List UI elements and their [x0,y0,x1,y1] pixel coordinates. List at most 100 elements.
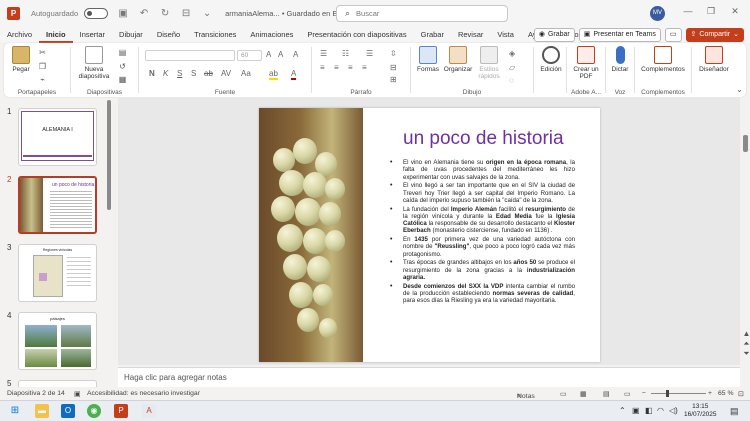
zoom-slider[interactable] [651,393,706,394]
justify-icon[interactable]: ≡ [362,63,367,72]
text-direction-icon[interactable]: ⇳ [390,49,397,58]
bullets-icon[interactable]: ☰ [320,49,327,58]
share-button[interactable]: ⇪ Compartir ⌄ [685,28,744,42]
record-button[interactable]: ◉ Grabar [533,28,575,42]
edit-button[interactable]: Edición [537,46,565,73]
accessibility-status[interactable]: Accesibilidad: es necesario investigar [87,390,200,397]
shape-outline-icon[interactable]: ▱ [509,63,515,72]
format-painter-icon[interactable]: ⌁ [38,76,47,84]
line-spacing-icon[interactable]: ☰ [366,49,373,58]
slide-bullet-list[interactable]: El vino en Alemania tiene su origen en l… [390,159,575,306]
decrease-font-icon[interactable]: A [278,50,283,59]
copy-icon[interactable]: ❐ [38,63,47,71]
align-right-icon[interactable]: ≡ [348,63,353,72]
slide-thumb-2[interactable]: un poco de historia [18,176,97,234]
smartart-icon[interactable]: ⊞ [390,75,397,84]
wifi-icon[interactable]: ◠ [657,406,664,415]
present-from-start-icon[interactable]: ⊟ [180,8,192,19]
shape-fill-icon[interactable]: ◈ [509,49,515,58]
reading-view-icon[interactable]: ▤ [603,390,609,398]
scroll-up-icon[interactable]: ▲ [742,330,750,338]
undo-icon[interactable]: ↶ [138,8,150,19]
numbering-icon[interactable]: ☷ [342,49,349,58]
notes-pane[interactable]: Haga clic para agregar notas [118,367,740,387]
shapes-button[interactable]: Formas [415,46,441,73]
slide-thumb-5[interactable] [18,380,97,387]
zoom-level[interactable]: 65 % [718,390,734,397]
user-avatar[interactable]: MV [650,6,665,21]
taskbar-clock[interactable]: 13:15 16/07/2025 [684,403,717,419]
zoom-out-icon[interactable]: − [642,390,646,397]
highlight-icon[interactable]: ab [269,69,278,80]
tab-diseno[interactable]: Diseño [150,27,187,43]
addins-button[interactable]: Complementos [637,46,689,73]
tab-presentacion[interactable]: Presentación con diapositivas [300,27,413,43]
tab-revisar[interactable]: Revisar [451,27,490,43]
maximize-icon[interactable]: ❐ [704,6,718,17]
tab-archivo[interactable]: Archivo [0,27,39,43]
underline-icon[interactable]: S [177,69,182,78]
tray-security-icon[interactable]: ◧ [645,406,653,415]
font-color-icon[interactable]: A [291,69,297,80]
tray-app-icon[interactable]: ▣ [632,406,640,415]
tab-inicio[interactable]: Inicio [39,27,73,43]
designer-button[interactable]: Diseñador [694,46,734,73]
reset-icon[interactable]: ↺ [118,63,127,71]
tab-transiciones[interactable]: Transiciones [187,27,243,43]
tab-animaciones[interactable]: Animaciones [243,27,300,43]
align-left-icon[interactable]: ≡ [320,63,325,72]
shadow-icon[interactable]: S [191,69,196,78]
slide-sorter-icon[interactable]: ▦ [580,390,586,398]
italic-icon[interactable]: K [163,69,168,78]
powerpoint-taskbar-icon[interactable]: P [114,404,128,418]
volume-icon[interactable]: ◁) [669,406,678,415]
cut-icon[interactable]: ✂ [38,49,47,57]
current-slide[interactable]: un poco de historia El vino en Alemania … [259,108,600,362]
strikethrough-icon[interactable]: ab [204,69,213,78]
comments-button[interactable]: ▭ [664,28,682,42]
zoom-slider-handle[interactable] [666,390,669,397]
bold-icon[interactable]: N [149,69,155,78]
slide-thumb-1[interactable]: ALEMANIA I [18,108,97,166]
clear-format-icon[interactable]: A [293,50,298,59]
section-icon[interactable]: ▦ [118,76,127,84]
align-text-icon[interactable]: ⊟ [390,63,397,72]
increase-font-icon[interactable]: A [266,50,271,59]
fit-to-window-icon[interactable]: ⊡ [738,390,744,398]
minimize-icon[interactable]: — [681,6,695,16]
arrange-button[interactable]: Organizar [443,46,473,73]
chrome-icon[interactable]: ◉ [87,404,101,418]
change-case-icon[interactable]: Aa [241,69,251,78]
previous-slide-icon[interactable]: ⏶ [742,340,750,348]
acrobat-icon[interactable]: A [142,404,156,418]
slideshow-icon[interactable]: ▭ [624,390,630,398]
zoom-in-icon[interactable]: + [708,390,712,397]
close-icon[interactable]: ✕ [728,6,742,17]
redo-icon[interactable]: ↻ [159,8,171,19]
layout-icon[interactable]: ▤ [118,49,127,57]
spellcheck-icon[interactable]: ▣ [74,390,80,398]
font-size-field[interactable]: 60 [237,50,262,61]
ribbon-collapse-icon[interactable]: ⌄ [735,86,744,94]
create-pdf-button[interactable]: Crear un PDF [571,46,601,80]
font-name-field[interactable] [145,50,235,61]
present-teams-button[interactable]: ▣ Presentar en Teams [578,28,661,42]
file-explorer-icon[interactable]: ▬ [35,404,49,418]
normal-view-icon[interactable]: ▭ [560,390,566,398]
shape-effects-icon[interactable]: ◌ [509,76,514,85]
search-box[interactable]: ⌕ Buscar [336,5,508,22]
save-icon[interactable]: ▣ [117,8,129,19]
align-center-icon[interactable]: ≡ [334,63,339,72]
quick-styles-button[interactable]: Estilos rápidos [475,46,503,80]
tab-dibujar[interactable]: Dibujar [112,27,150,43]
outlook-icon[interactable]: O [61,404,75,418]
slide-title[interactable]: un poco de historia [403,128,564,150]
autosave-toggle[interactable] [84,8,109,19]
editor-scroll-thumb[interactable] [743,135,748,152]
new-slide-button[interactable]: Nueva diapositiva [77,46,111,80]
customize-toolbar-icon[interactable]: ⌄ [201,8,213,19]
spacing-icon[interactable]: AV [221,69,231,78]
thumbnails-scrollbar[interactable] [107,100,111,210]
slide-thumb-4[interactable]: paisajes [18,312,97,370]
tab-grabar[interactable]: Grabar [414,27,451,43]
